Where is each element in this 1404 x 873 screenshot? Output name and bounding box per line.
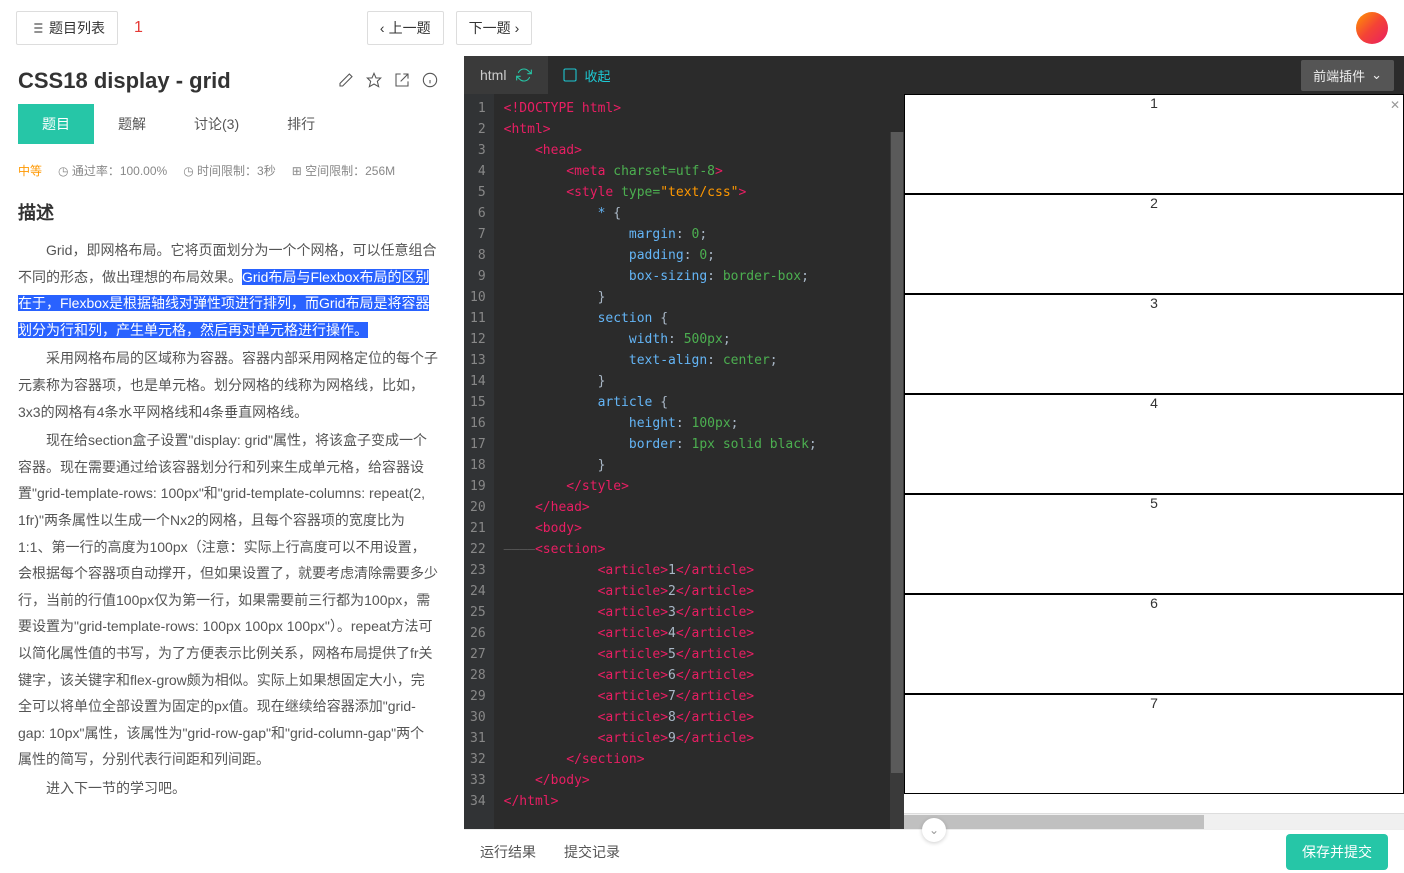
avatar[interactable] bbox=[1356, 12, 1388, 44]
preview-content: 1234567 bbox=[904, 94, 1404, 794]
editor-scrollbar-v[interactable] bbox=[890, 132, 904, 829]
line-gutter: 1234567891011121314151617181920212223242… bbox=[464, 94, 494, 829]
plugin-label: 前端插件 bbox=[1313, 66, 1365, 85]
problem-counter: 1 bbox=[134, 19, 143, 37]
preview-pane: ✕ 1234567 bbox=[904, 94, 1404, 829]
list-icon bbox=[29, 20, 45, 36]
next-problem-button[interactable]: 下一题 › bbox=[456, 11, 533, 45]
close-icon[interactable]: ✕ bbox=[1390, 98, 1400, 112]
tab-discuss[interactable]: 讨论(3) bbox=[170, 104, 263, 144]
problem-panel: CSS18 display - grid 题目 题解 讨论(3) 排行 中等 ◷… bbox=[0, 56, 456, 873]
prev-problem-button[interactable]: ‹ 上一题 bbox=[367, 11, 444, 45]
top-bar: 题目列表 1 ‹ 上一题 下一题 › bbox=[0, 0, 1404, 56]
problem-title: CSS18 display - grid bbox=[18, 68, 231, 94]
collapse-toggle[interactable]: ⌄ bbox=[922, 818, 946, 842]
description-body: Grid，即网格布局。它将页面划分为一个个网格，可以任意组合不同的形态，做出理想… bbox=[18, 237, 438, 801]
plugin-button[interactable]: 前端插件 ⌄ bbox=[1301, 60, 1394, 91]
bottom-bar: ⌄ 运行结果 提交记录 保存并提交 bbox=[464, 829, 1404, 873]
tab-description[interactable]: 题目 bbox=[18, 104, 94, 144]
code-editor[interactable]: 1234567891011121314151617181920212223242… bbox=[464, 94, 904, 829]
preview-article: 7 bbox=[904, 694, 1404, 794]
problem-list-button[interactable]: 题目列表 bbox=[16, 11, 118, 45]
submit-button[interactable]: 保存并提交 bbox=[1286, 834, 1388, 870]
preview-article: 4 bbox=[904, 394, 1404, 494]
tab-rank[interactable]: 排行 bbox=[263, 104, 339, 144]
tab-solution[interactable]: 题解 bbox=[94, 104, 170, 144]
share-icon[interactable] bbox=[394, 72, 410, 91]
difficulty-badge: 中等 bbox=[18, 162, 42, 179]
desc-p4: 进入下一节的学习吧。 bbox=[18, 775, 438, 802]
desc-p3: 现在给section盒子设置"display: grid"属性，将该盒子变成一个… bbox=[18, 427, 438, 773]
edit-icon[interactable] bbox=[338, 72, 354, 91]
preview-scrollbar-h[interactable] bbox=[904, 813, 1404, 829]
fold-label: 收起 bbox=[584, 66, 610, 85]
prev-label: 上一题 bbox=[389, 18, 431, 38]
checkbox-icon bbox=[562, 67, 578, 83]
time-limit: ◷ 时间限制：3秒 bbox=[183, 162, 276, 179]
next-label: 下一题 bbox=[469, 18, 511, 38]
editor-header: html 收起 前端插件 ⌄ bbox=[464, 56, 1404, 94]
preview-article: 5 bbox=[904, 494, 1404, 594]
language-label: html bbox=[480, 67, 506, 83]
preview-article: 2 bbox=[904, 194, 1404, 294]
chevron-right-icon: › bbox=[515, 20, 520, 36]
preview-article: 3 bbox=[904, 294, 1404, 394]
description-heading: 描述 bbox=[18, 199, 438, 225]
star-icon[interactable] bbox=[366, 72, 382, 91]
editor-panel: html 收起 前端插件 ⌄ 1234567891011121314151617… bbox=[456, 56, 1404, 873]
space-limit: ⊞ 空间限制：256M bbox=[292, 162, 395, 179]
meta-row: 中等 ◷ 通过率：100.00% ◷ 时间限制：3秒 ⊞ 空间限制：256M bbox=[18, 162, 438, 179]
pass-rate: ◷ 通过率：100.00% bbox=[58, 162, 167, 179]
fold-toggle[interactable]: 收起 bbox=[548, 66, 624, 85]
language-selector[interactable]: html bbox=[464, 56, 548, 94]
refresh-icon[interactable] bbox=[516, 67, 532, 83]
problem-tabs: 题目 题解 讨论(3) 排行 bbox=[18, 104, 438, 144]
info-icon[interactable] bbox=[422, 72, 438, 91]
tab-submit-history[interactable]: 提交记录 bbox=[564, 842, 620, 862]
title-actions bbox=[338, 72, 438, 91]
problem-list-label: 题目列表 bbox=[49, 18, 105, 38]
top-bar-left: 题目列表 1 ‹ 上一题 下一题 › bbox=[16, 11, 532, 45]
desc-p2: 采用网格布局的区域称为容器。容器内部采用网格定位的每个子元素称为容器项，也是单元… bbox=[18, 345, 438, 425]
preview-article: 1 bbox=[904, 94, 1404, 194]
chevron-left-icon: ‹ bbox=[380, 20, 385, 36]
code-content[interactable]: <!DOCTYPE html><html> <head> <meta chars… bbox=[494, 94, 904, 829]
main-wrap: CSS18 display - grid 题目 题解 讨论(3) 排行 中等 ◷… bbox=[0, 56, 1404, 873]
desc-p1: Grid，即网格布局。它将页面划分为一个个网格，可以任意组合不同的形态，做出理想… bbox=[18, 237, 438, 343]
preview-article: 6 bbox=[904, 594, 1404, 694]
tab-run-result[interactable]: 运行结果 bbox=[480, 842, 536, 862]
chevron-down-icon: ⌄ bbox=[1371, 67, 1382, 83]
